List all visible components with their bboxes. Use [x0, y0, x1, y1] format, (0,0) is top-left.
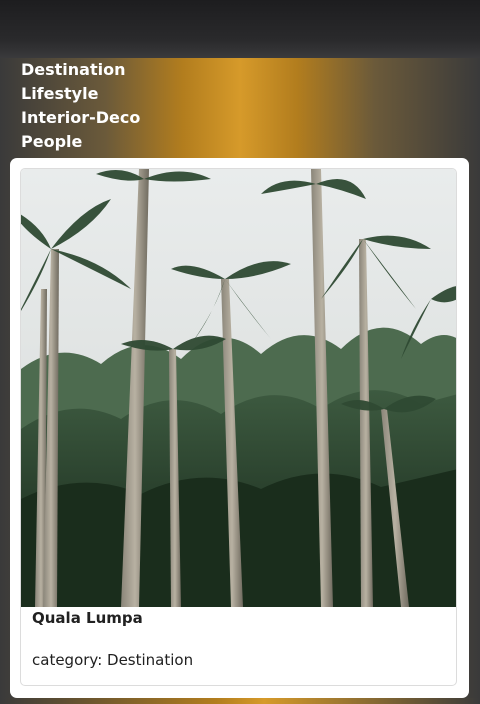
next-panel-edge	[0, 698, 480, 704]
nav-item-lifestyle[interactable]: Lifestyle	[21, 82, 140, 106]
palm-trees-photo[interactable]	[21, 169, 457, 607]
nav-item-interior-deco[interactable]: Interior-Deco	[21, 106, 140, 130]
post-card[interactable]: Quala Lumpa category: Destination	[20, 168, 457, 686]
post-category: category: Destination	[32, 651, 194, 669]
nav-item-people[interactable]: People	[21, 130, 140, 154]
category-nav: Destination Lifestyle Interior-Deco Peop…	[21, 58, 140, 154]
content-panel: Quala Lumpa category: Destination	[10, 158, 469, 698]
nav-item-destination[interactable]: Destination	[21, 58, 140, 82]
post-title[interactable]: Quala Lumpa	[32, 609, 143, 627]
top-bar	[0, 0, 480, 58]
